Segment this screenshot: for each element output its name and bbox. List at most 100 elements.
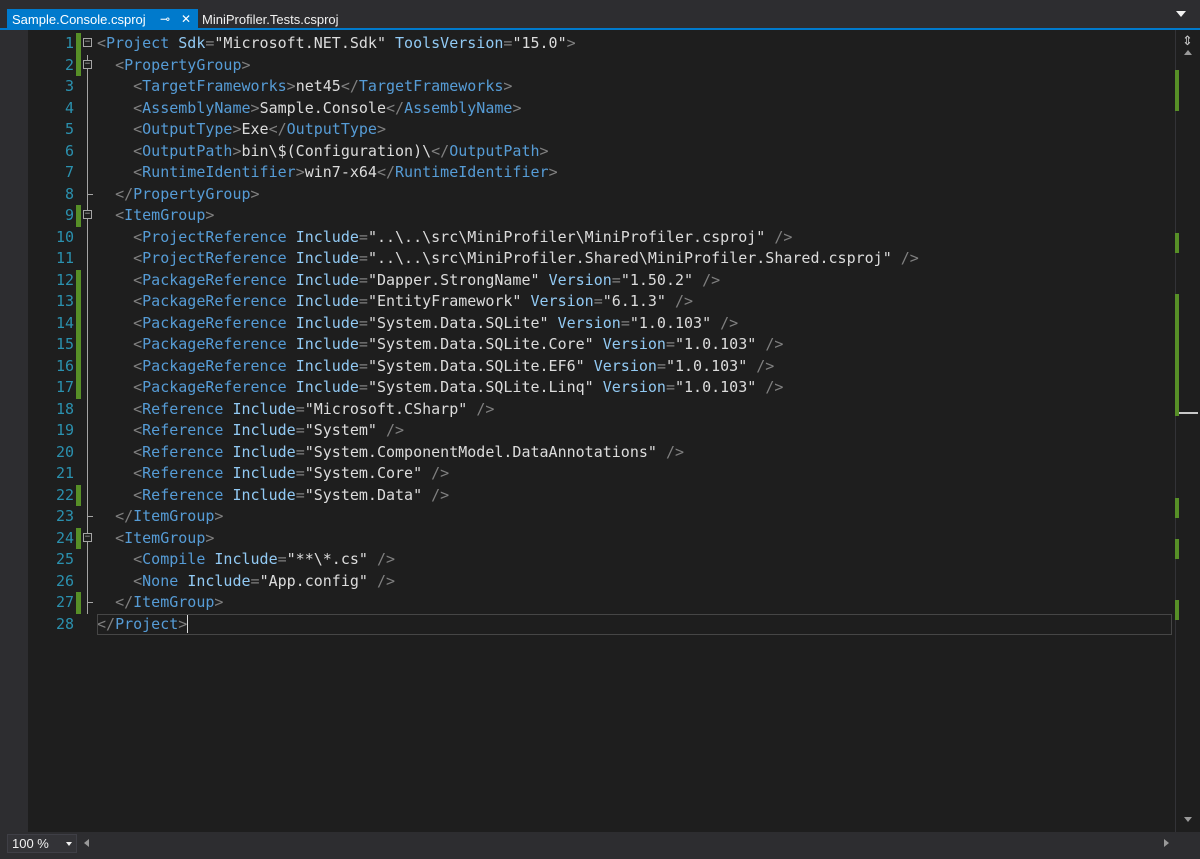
xml-tag-name: OutputPath [142, 141, 233, 160]
outline-marker [83, 570, 95, 592]
code-line[interactable]: <ProjectReference Include="..\..\src\Min… [97, 227, 1172, 249]
line-number: 21 [55, 464, 74, 482]
xml-tag-name: Reference [142, 464, 224, 482]
outline-guide [87, 291, 88, 313]
outline-guide [87, 549, 88, 571]
outline-marker[interactable]: − [83, 33, 95, 55]
tab-list-dropdown-icon[interactable] [1176, 11, 1186, 17]
code-line[interactable]: <None Include="App.config" /> [97, 571, 1172, 593]
change-marker [76, 76, 82, 98]
scroll-down-icon[interactable] [1184, 817, 1192, 822]
collapse-icon[interactable]: − [83, 59, 92, 69]
xml-delimiter: < [133, 485, 143, 504]
scrollbar-track[interactable] [1175, 60, 1200, 820]
code-line[interactable]: <Compile Include="**\*.cs" /> [97, 549, 1172, 571]
code-line[interactable]: <ProjectReference Include="..\..\src\Min… [97, 248, 1172, 270]
xml-tag-name: TargetFrameworks [142, 77, 287, 95]
scrollbar-change-marker [1175, 538, 1179, 559]
code-line[interactable]: <Reference Include="Microsoft.CSharp" /> [97, 399, 1172, 421]
xml-delimiter: > [214, 507, 224, 525]
xml-delimiter: /> [376, 571, 396, 590]
xml-delimiter: = [358, 292, 368, 310]
outline-marker [83, 334, 95, 356]
xml-attribute-name: Version [557, 313, 621, 332]
outline-marker[interactable]: − [83, 205, 95, 227]
xml-delimiter: > [512, 98, 522, 117]
xml-delimiter: > [548, 163, 558, 181]
code-line[interactable]: <TargetFrameworks>net45</TargetFramework… [97, 76, 1172, 98]
scroll-right-icon[interactable] [1164, 839, 1169, 847]
code-line[interactable]: </PropertyGroup> [97, 184, 1172, 206]
xml-delimiter: < [133, 98, 143, 117]
code-line[interactable]: <PackageReference Include="EntityFramewo… [97, 291, 1172, 313]
change-marker-bar [76, 312, 81, 334]
code-line[interactable]: <AssemblyName>Sample.Console</AssemblyNa… [97, 98, 1172, 120]
outline-marker [83, 484, 95, 506]
vertical-scrollbar[interactable]: ⇕ [1175, 30, 1200, 832]
collapse-icon[interactable]: − [83, 210, 92, 219]
outline-marker[interactable]: − [83, 54, 95, 76]
zoom-level-label: 100 % [12, 836, 49, 851]
xml-delimiter: = [277, 550, 287, 568]
outlining-margin[interactable]: − − − − [83, 33, 95, 635]
editor-bottom-bar: 100 % [0, 832, 1200, 859]
outline-guide [87, 441, 88, 463]
code-line[interactable]: <ItemGroup> [97, 205, 1172, 227]
code-line[interactable]: <RuntimeIdentifier>win7-x64</RuntimeIden… [97, 162, 1172, 184]
xml-attribute-value: "..\..\src\MiniProfiler\MiniProfiler.csp… [367, 227, 766, 246]
collapse-icon[interactable]: − [83, 38, 92, 47]
code-line[interactable]: <PackageReference Include="System.Data.S… [97, 334, 1172, 356]
change-marker [76, 399, 82, 421]
xml-tag-name: ItemGroup [124, 206, 206, 224]
code-line[interactable]: <PackageReference Include="System.Data.S… [97, 356, 1172, 378]
code-line[interactable]: <PackageReference Include="Dapper.Strong… [97, 270, 1172, 292]
tab-label: MiniProfiler.Tests.csproj [202, 12, 339, 27]
xml-attribute-name: Include [295, 227, 359, 246]
code-line[interactable]: <Reference Include="System.Data" /> [97, 485, 1172, 507]
code-line[interactable]: <OutputPath>bin\$(Configuration)\</Outpu… [97, 141, 1172, 163]
code-line[interactable]: <PropertyGroup> [97, 55, 1172, 77]
code-line[interactable]: <Reference Include="System.Core" /> [97, 463, 1172, 485]
change-marker [76, 227, 82, 249]
code-editor[interactable]: 1 2 3 4 5 6 7 8 9 10 11 12 13 14 15 16 17 18 19 20 21 22 23 24 2… [0, 30, 1175, 832]
xml-attribute-name: ToolsVersion [395, 34, 504, 52]
xml-attribute-value: "1.50.2" [620, 270, 694, 289]
code-line[interactable]: <Reference Include="System.ComponentMode… [97, 442, 1172, 464]
horizontal-scrollbar[interactable] [78, 834, 1175, 853]
xml-tag-name: OutputType [286, 120, 377, 138]
code-line[interactable]: <Project Sdk="Microsoft.NET.Sdk" ToolsVe… [97, 33, 1172, 55]
outline-marker[interactable]: − [83, 527, 95, 549]
xml-delimiter: < [115, 206, 125, 224]
xml-delimiter: > [286, 77, 296, 95]
xml-delimiter: < [97, 34, 107, 52]
zoom-level-select[interactable]: 100 % [7, 834, 77, 853]
outline-guide [87, 463, 88, 485]
code-text[interactable]: <Project Sdk="Microsoft.NET.Sdk" ToolsVe… [97, 33, 1172, 635]
code-line[interactable]: <ItemGroup> [97, 528, 1172, 550]
code-line[interactable]: </Project> [97, 613, 1172, 635]
xml-attribute-value: "System.Data.SQLite.Core" [367, 335, 594, 353]
xml-text [594, 378, 603, 396]
code-line[interactable]: </ItemGroup> [97, 506, 1172, 528]
outline-guide [87, 377, 88, 399]
code-line[interactable]: <OutputType>Exe</OutputType> [97, 119, 1172, 141]
code-line[interactable]: <PackageReference Include="System.Data.S… [97, 313, 1172, 335]
code-line[interactable]: </ItemGroup> [97, 592, 1172, 614]
split-icon[interactable]: ⇕ [1182, 34, 1193, 47]
close-icon[interactable]: ✕ [181, 9, 191, 30]
xml-attribute-value: "Dapper.StrongName" [367, 270, 540, 289]
code-line[interactable]: <PackageReference Include="System.Data.S… [97, 377, 1172, 399]
xml-text [657, 443, 666, 461]
tab-sample-console[interactable]: Sample.Console.csproj ⊸ ✕ [7, 9, 198, 30]
scroll-up-icon[interactable] [1184, 50, 1192, 55]
pin-icon[interactable]: ⊸ [160, 9, 170, 30]
outline-guide [87, 162, 88, 184]
change-marker-bar [76, 54, 81, 76]
chevron-down-icon[interactable] [66, 842, 72, 846]
tab-miniprofiler-tests[interactable]: MiniProfiler.Tests.csproj [198, 9, 339, 30]
xml-tag-name: ProjectReference [142, 249, 287, 267]
scroll-left-icon[interactable] [84, 839, 89, 847]
collapse-icon[interactable]: − [83, 532, 92, 542]
code-line[interactable]: <Reference Include="System" /> [97, 420, 1172, 442]
xml-text [585, 357, 594, 375]
